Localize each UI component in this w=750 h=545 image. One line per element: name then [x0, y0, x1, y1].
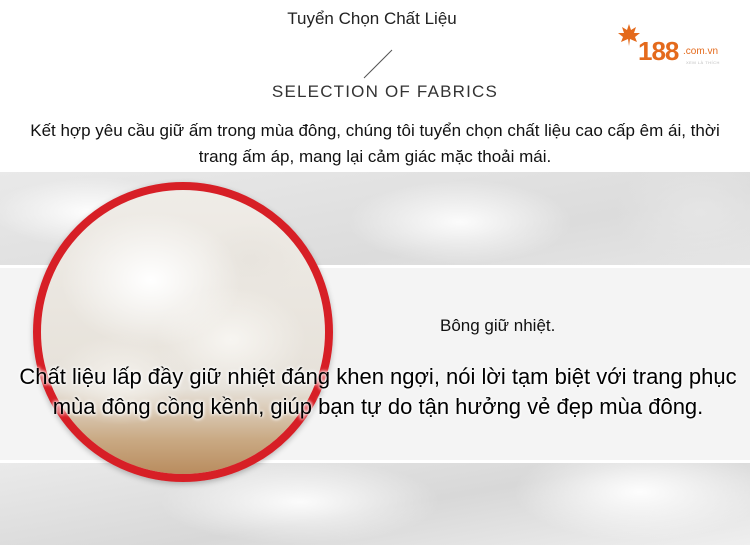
section-subtitle: SELECTION OF FABRICS: [271, 82, 499, 101]
logo-number: 188: [638, 36, 679, 66]
feature-description: Chất liệu lấp đầy giữ nhiệt đáng khen ng…: [19, 364, 737, 419]
logo-domain: .com.vn: [683, 46, 719, 57]
feature-label: Bông giữ nhiệt.: [440, 316, 556, 335]
brand-logo[interactable]: 188 .com.vn XEM LÀ THÍCH: [616, 22, 738, 68]
section-title: Tuyển Chọn Chất Liệu: [287, 9, 457, 28]
intro-text: Kết hợp yêu cầu giữ ấm trong mùa đông, c…: [30, 121, 720, 166]
divider-slash: [363, 49, 393, 79]
logo-tagline: XEM LÀ THÍCH: [686, 60, 720, 65]
cotton-photo: [33, 182, 333, 482]
red-ring: [33, 182, 333, 482]
